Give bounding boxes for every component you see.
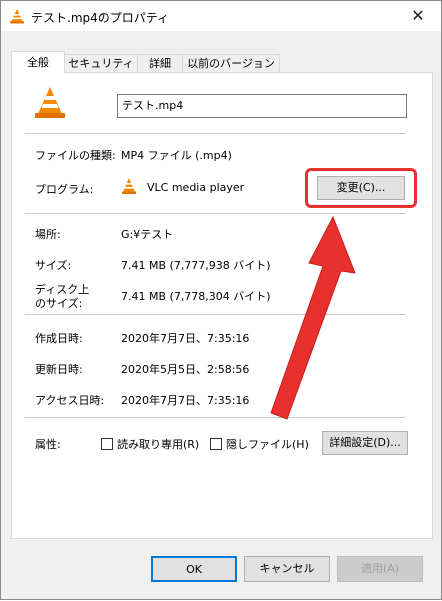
ok-button[interactable]: OK bbox=[151, 556, 237, 582]
cancel-button[interactable]: キャンセル bbox=[244, 556, 330, 582]
properties-window: テスト.mp4のプロパティ ✕ 全般 セキュリティ 詳細 以前のバージョン テス… bbox=[0, 0, 442, 600]
apply-button[interactable]: 適用(A) bbox=[337, 556, 423, 582]
tab-general[interactable]: 全般 bbox=[11, 51, 65, 73]
red-arrow-annotation bbox=[270, 215, 356, 420]
